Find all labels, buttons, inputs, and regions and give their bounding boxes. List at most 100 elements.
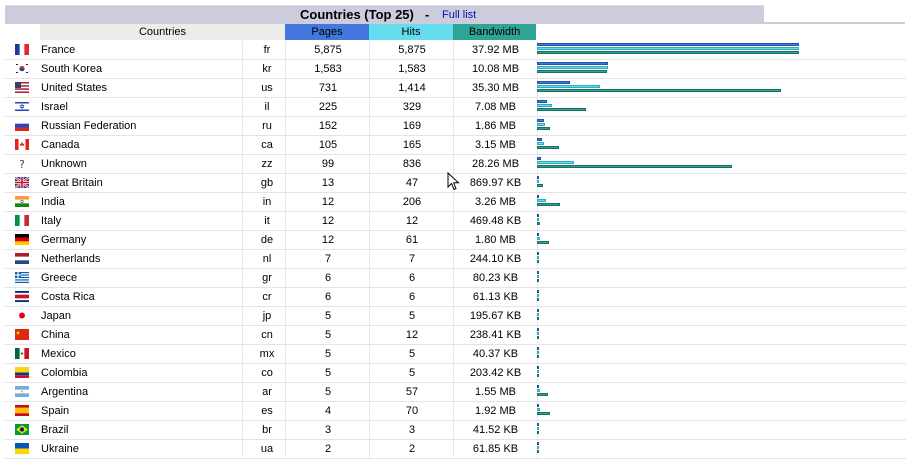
table-row: Argentina ar 5 57 1.55 MB: [5, 383, 906, 402]
hits-value: 70: [369, 402, 454, 420]
country-code: us: [242, 79, 291, 97]
bandwidth-value: 203.42 KB: [453, 364, 538, 382]
pages-bar: [537, 423, 539, 426]
usage-bars: [537, 252, 902, 267]
hits-bar: [537, 66, 608, 69]
bandwidth-bar: [537, 70, 607, 73]
bandwidth-value: 1.92 MB: [453, 402, 538, 420]
country-name: Russian Federation: [41, 120, 137, 132]
country-name: Japan: [41, 310, 71, 322]
table-row: Colombia co 5 5 203.42 KB: [5, 364, 906, 383]
table-row: Israel il 225 329 7.08 MB: [5, 98, 906, 117]
hits-bar: [537, 142, 544, 145]
hits-bar: [537, 256, 539, 259]
hits-value: 12: [369, 326, 454, 344]
hits-value: 12: [369, 212, 454, 230]
france-flag-icon: [15, 44, 29, 55]
usage-bars: [537, 423, 902, 438]
bandwidth-value: 1.86 MB: [453, 117, 538, 135]
usage-bars: [537, 176, 902, 191]
pages-bar: [537, 195, 539, 198]
country-code: co: [242, 364, 291, 382]
bandwidth-bar: [537, 298, 539, 301]
country-name: Germany: [41, 234, 87, 246]
usage-bars: [537, 233, 902, 248]
bandwidth-bar: [537, 108, 586, 111]
pages-value: 731: [285, 79, 370, 97]
hits-bar: [537, 408, 540, 411]
pages-value: 225: [285, 98, 370, 116]
bandwidth-value: 869.97 KB: [453, 174, 538, 192]
bandwidth-value: 244.10 KB: [453, 250, 538, 268]
pages-value: 1,583: [285, 60, 370, 78]
bandwidth-bar: [537, 450, 539, 453]
table-row: Netherlands nl 7 7 244.10 KB: [5, 250, 906, 269]
table-row: Germany de 12 61 1.80 MB: [5, 231, 906, 250]
hits-value: 1,414: [369, 79, 454, 97]
hits-bar: [537, 351, 539, 354]
bandwidth-value: 41.52 KB: [453, 421, 538, 439]
hits-bar: [537, 218, 539, 221]
israel-flag-icon: [15, 101, 29, 112]
table-row: India in 12 206 3.26 MB: [5, 193, 906, 212]
bandwidth-value: 61.13 KB: [453, 288, 538, 306]
usage-bars: [537, 385, 902, 400]
hits-value: 6: [369, 288, 454, 306]
country-code: cn: [242, 326, 291, 344]
spain-flag-icon: [15, 405, 29, 416]
bandwidth-value: 61.85 KB: [453, 440, 538, 458]
bandwidth-bar: [537, 393, 548, 396]
hits-bar: [537, 47, 799, 50]
costa-rica-flag-icon: [15, 291, 29, 302]
hits-value: 5: [369, 307, 454, 325]
usage-bars: [537, 62, 902, 77]
italy-flag-icon: [15, 215, 29, 226]
bandwidth-value: 7.08 MB: [453, 98, 538, 116]
hits-value: 206: [369, 193, 454, 211]
country-name: United States: [41, 82, 108, 94]
hits-value: 5: [369, 345, 454, 363]
ukraine-flag-icon: [15, 443, 29, 454]
svg-text:?: ?: [19, 158, 25, 169]
pages-bar: [537, 366, 539, 369]
bandwidth-bar: [537, 431, 539, 434]
country-code: cr: [242, 288, 291, 306]
hits-bar: [537, 313, 539, 316]
bandwidth-bar: [537, 317, 539, 320]
pages-value: 99: [285, 155, 370, 173]
table-row: Russian Federation ru 152 169 1.86 MB: [5, 117, 906, 136]
country-code: in: [242, 193, 291, 211]
usage-bars: [537, 290, 902, 305]
bandwidth-value: 35.30 MB: [453, 79, 538, 97]
country-code: zz: [242, 155, 291, 173]
country-code: il: [242, 98, 291, 116]
country-name: Argentina: [41, 386, 89, 398]
country-code: mx: [242, 345, 291, 363]
hits-value: 169: [369, 117, 454, 135]
table-row: France fr 5,875 5,875 37.92 MB: [5, 41, 906, 60]
table-row: South Korea kr 1,583 1,583 10.08 MB: [5, 60, 906, 79]
bandwidth-bar: [537, 165, 732, 168]
hits-bar: [537, 332, 539, 335]
pages-bar: [537, 328, 539, 331]
usage-bars: [537, 309, 902, 324]
country-code: nl: [242, 250, 291, 268]
mouse-cursor-icon: [447, 172, 460, 191]
pages-value: 12: [285, 231, 370, 249]
pages-value: 3: [285, 421, 370, 439]
canada-flag-icon: [15, 139, 29, 150]
pages-value: 5: [285, 364, 370, 382]
table-row: Costa Rica cr 6 6 61.13 KB: [5, 288, 906, 307]
pages-bar: [537, 100, 547, 103]
full-list-link[interactable]: Full list: [442, 9, 476, 21]
bandwidth-bar: [537, 222, 540, 225]
section-title-bar: Countries (Top 25) - Full list: [5, 5, 764, 23]
pages-value: 152: [285, 117, 370, 135]
bandwidth-bar: [537, 374, 539, 377]
hits-bar: [537, 180, 539, 183]
pages-value: 6: [285, 269, 370, 287]
hits-bar: [537, 389, 540, 392]
table-row: Greece gr 6 6 80.23 KB: [5, 269, 906, 288]
hits-bar: [537, 161, 574, 164]
bandwidth-bar: [537, 51, 799, 54]
